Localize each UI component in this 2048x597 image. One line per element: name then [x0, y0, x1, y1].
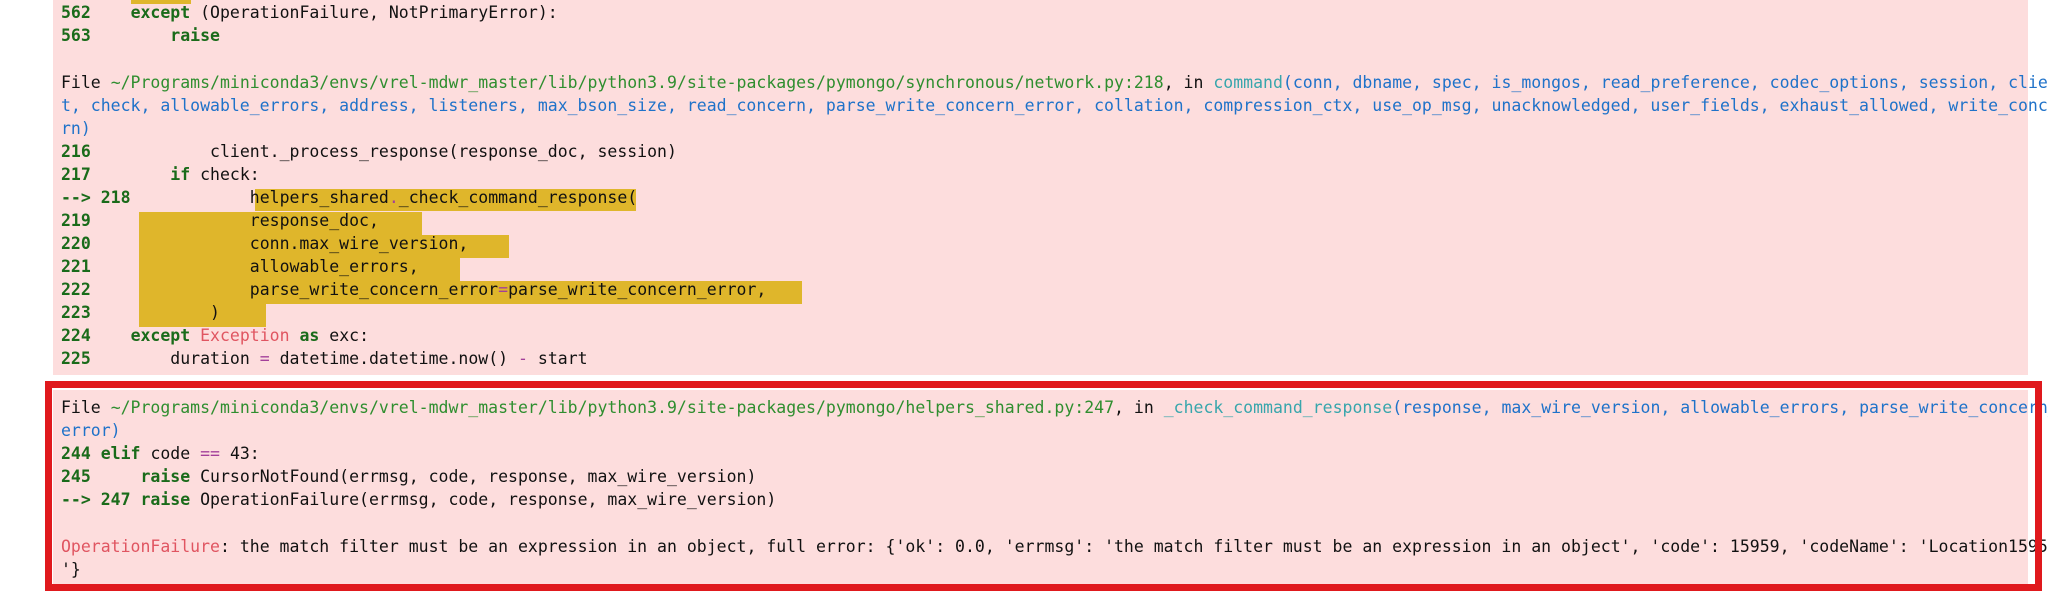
code-line-247: --> 247 raise OperationFailure(errmsg, c…	[61, 490, 777, 509]
error-message-cont: '}	[61, 560, 81, 579]
code-line-219: 219 response_doc,	[61, 211, 379, 230]
code-line-224: 224 except Exception as exc:	[61, 326, 370, 345]
function-name: command	[1213, 73, 1283, 92]
function-name: _check_command_response	[1163, 398, 1393, 417]
code-line-563: 563 raise	[61, 26, 220, 45]
code-line-245: 245 raise CursorNotFound(errmsg, code, r…	[61, 467, 757, 486]
file-path-link[interactable]: ~/Programs/miniconda3/envs/vrel-mdwr_mas…	[111, 398, 1114, 417]
frame-header-command: File ~/Programs/miniconda3/envs/vrel-mdw…	[61, 73, 2048, 92]
code-line-562: 562 except (OperationFailure, NotPrimary…	[61, 3, 558, 22]
code-line-221: 221 allowable_errors,	[61, 257, 419, 276]
error-type: OperationFailure	[61, 537, 220, 556]
frame-header-args-end: rn)	[61, 119, 91, 138]
code-line-222: 222 parse_write_concern_error=parse_writ…	[61, 280, 767, 299]
code-line-218: --> 218 helpers_shared._check_command_re…	[61, 188, 638, 207]
code-line-220: 220 conn.max_wire_version,	[61, 234, 469, 253]
error-message: OperationFailure: the match filter must …	[61, 537, 2048, 556]
code-line-225: 225 duration = datetime.datetime.now() -…	[61, 349, 588, 368]
frame-header-args-cont: error)	[61, 421, 121, 440]
code-line-244: 244 elif code == 43:	[61, 444, 260, 463]
code-line-216: 216 client._process_response(response_do…	[61, 142, 677, 161]
code-line-223: 223 )	[61, 303, 220, 322]
code-line-217: 217 if check:	[61, 165, 260, 184]
file-path-link[interactable]: ~/Programs/miniconda3/envs/vrel-mdwr_mas…	[111, 73, 1164, 92]
frame-header-check-command-response: File ~/Programs/miniconda3/envs/vrel-mdw…	[61, 398, 2048, 417]
frame-header-args-cont: t, check, allowable_errors, address, lis…	[61, 96, 2048, 115]
